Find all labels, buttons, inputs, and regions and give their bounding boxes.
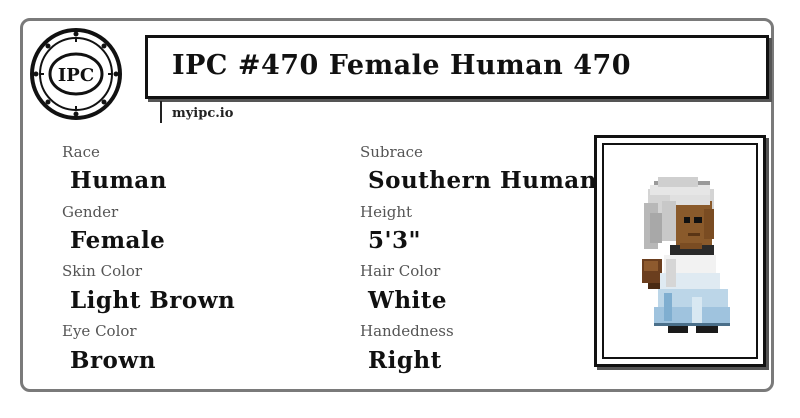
skin-color-value: Light Brown xyxy=(70,287,236,314)
ipc-coin-logo-icon: IPC xyxy=(30,28,122,120)
site-divider xyxy=(160,101,162,123)
gender-label: Gender xyxy=(62,203,119,221)
race-label: Race xyxy=(62,143,100,161)
eye-color-value: Brown xyxy=(70,347,156,374)
title-banner: IPC #470 Female Human 470 xyxy=(145,35,769,99)
portrait-inner-frame xyxy=(602,143,758,359)
subrace-value: Southern Human xyxy=(368,167,597,194)
skin-color-label: Skin Color xyxy=(62,262,143,280)
race-value: Human xyxy=(70,167,167,194)
hair-color-value: White xyxy=(368,287,448,314)
height-value: 5'3" xyxy=(368,227,422,254)
portrait-frame xyxy=(594,135,766,367)
site-link[interactable]: myipc.io xyxy=(172,106,233,121)
pixel-character-portrait-icon xyxy=(642,177,730,333)
handedness-value: Right xyxy=(368,347,442,374)
hair-color-label: Hair Color xyxy=(360,262,441,280)
character-title: IPC #470 Female Human 470 xyxy=(172,50,632,81)
gender-value: Female xyxy=(70,227,166,254)
eye-color-label: Eye Color xyxy=(62,322,137,340)
subrace-label: Subrace xyxy=(360,143,423,161)
handedness-label: Handedness xyxy=(360,322,454,340)
height-label: Height xyxy=(360,203,413,221)
logo-text: IPC xyxy=(58,65,94,86)
